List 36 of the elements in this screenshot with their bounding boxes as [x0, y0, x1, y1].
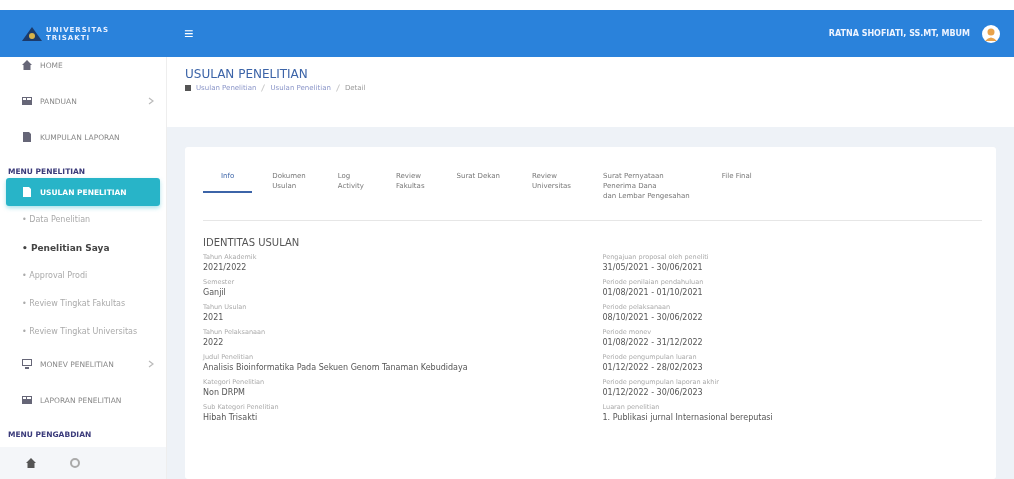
- separator-icon: [335, 84, 340, 92]
- grid-icon: [22, 395, 32, 405]
- field-value: 1. Publikasi jurnal Internasional bereputasi: [602, 412, 774, 424]
- grid-icon: [22, 96, 32, 106]
- section-title: IDENTITAS USULAN: [203, 237, 301, 248]
- menu-button[interactable]: ≡: [180, 24, 198, 43]
- page-title: USULAN PENELITIAN: [185, 67, 309, 81]
- document-icon: [22, 132, 32, 142]
- user-name[interactable]: RATNA SHOFIATI, SS.MT, MBUM: [828, 29, 970, 38]
- field-value: 2021: [203, 312, 225, 324]
- field-value: 01/12/2022 - 30/06/2023: [602, 387, 704, 399]
- avatar-icon[interactable]: [982, 24, 1000, 43]
- field-value: Analisis Bioinformatika Pada Sekuen Genom Tanaman Kebudidaya: [203, 362, 469, 374]
- submenu-item[interactable]: • Review Tingkat Universitas: [0, 318, 166, 346]
- field-value: Non DRPM: [203, 387, 246, 399]
- settings-icon[interactable]: [70, 458, 80, 468]
- document-icon: [22, 187, 32, 197]
- field-value: 01/12/2022 - 28/02/2023: [602, 362, 704, 374]
- logo-icon: [22, 26, 42, 41]
- field-value: 2022: [203, 337, 225, 349]
- field-value: 08/10/2021 - 30/06/2022: [602, 312, 704, 324]
- home-icon[interactable]: [26, 458, 36, 468]
- field-value: Ganjil: [203, 287, 227, 299]
- field-value: 01/08/2022 - 31/12/2022: [602, 337, 704, 349]
- monitor-icon: [22, 359, 32, 369]
- submenu-item[interactable]: • Penelitian Saya: [0, 234, 166, 262]
- submenu-item[interactable]: • Data Penelitian: [0, 206, 166, 234]
- separator-icon: [261, 84, 266, 92]
- submenu-item[interactable]: • Review Tingkat Fakultas: [0, 290, 166, 318]
- field-value: 01/08/2021 - 01/10/2021: [602, 287, 704, 299]
- folder-icon: [185, 85, 191, 91]
- field-value: Hibah Trisakti: [203, 412, 259, 424]
- home-icon: [22, 60, 32, 70]
- submenu-item[interactable]: • Approval Prodi: [0, 262, 166, 290]
- field-value: 2021/2022: [203, 262, 248, 274]
- field-value: 31/05/2021 - 30/06/2021: [602, 262, 704, 274]
